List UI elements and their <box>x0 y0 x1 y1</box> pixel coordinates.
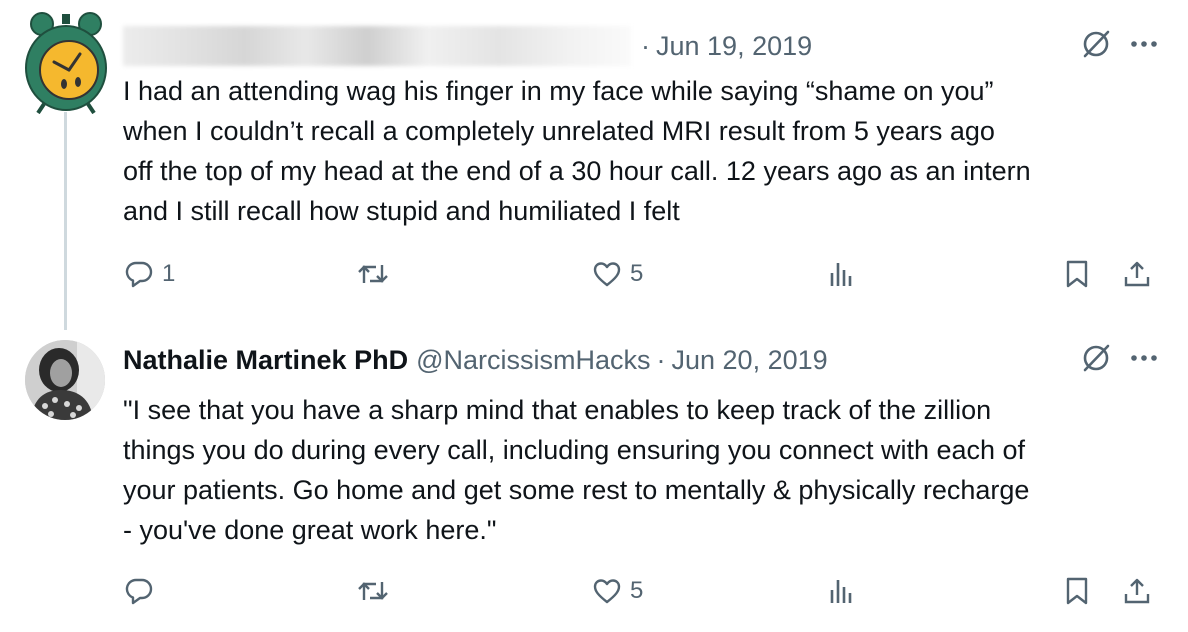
avatar[interactable] <box>25 340 105 420</box>
tweet-text-line: off the top of my head at the end of a 3… <box>123 156 1031 186</box>
avatar[interactable] <box>24 10 108 115</box>
tweet-text-line: your patients. Go home and get some rest… <box>123 475 1030 505</box>
tweet-text-line: I had an attending wag his finger in my … <box>123 76 994 106</box>
separator-dot: · <box>656 344 666 375</box>
tweet-date[interactable]: Jun 19, 2019 <box>656 31 812 62</box>
reply-button[interactable]: 1 <box>124 254 175 294</box>
bookmark-button[interactable] <box>1062 571 1092 611</box>
tweet-text: I had an attending wag his finger in my … <box>123 71 1163 231</box>
like-button[interactable]: 5 <box>592 254 643 294</box>
reply-icon <box>125 578 153 605</box>
tweet[interactable]: · Jun 19, 2019 I had an attending wag hi… <box>0 0 1188 330</box>
profile-photo <box>25 340 105 420</box>
tweet-actions: 1 5 <box>0 254 1188 294</box>
like-count: 5 <box>630 260 644 287</box>
author-handle[interactable]: @NarcissismHacks <box>416 345 650 376</box>
tweet-top-actions <box>1080 342 1158 374</box>
retweet-icon <box>358 582 388 600</box>
tweet-actions: 5 <box>0 571 1188 611</box>
bookmark-button[interactable] <box>1062 254 1092 294</box>
like-button[interactable]: 5 <box>592 571 643 611</box>
separator-dot: · <box>641 30 650 61</box>
reply-button[interactable] <box>124 571 162 611</box>
like-count: 5 <box>630 577 644 604</box>
heart-icon <box>593 262 621 287</box>
views-icon <box>830 580 852 603</box>
tweet-date[interactable]: Jun 20, 2019 <box>672 345 828 376</box>
grok-icon[interactable] <box>1080 28 1112 60</box>
alarm-clock-face-icon <box>25 12 107 115</box>
share-button[interactable] <box>1122 254 1152 294</box>
grok-icon[interactable] <box>1080 342 1112 374</box>
reply-icon <box>125 261 153 288</box>
views-icon <box>830 263 852 286</box>
share-icon <box>1124 261 1150 287</box>
reply-count: 1 <box>162 260 176 287</box>
tweet-text-line: "I see that you have a sharp mind that e… <box>123 395 992 425</box>
retweet-button[interactable] <box>356 254 398 294</box>
author-name[interactable]: Nathalie Martinek PhD <box>123 345 408 376</box>
tweet[interactable]: Nathalie Martinek PhD @NarcissismHacks ·… <box>0 320 1188 632</box>
tweet-text-line: things you do during every call, includi… <box>123 435 1026 465</box>
more-icon[interactable] <box>1130 354 1158 362</box>
thread-line <box>64 112 67 330</box>
tweet-top-actions <box>1080 28 1158 60</box>
tweet-text: "I see that you have a sharp mind that e… <box>123 390 1163 550</box>
heart-icon <box>593 579 621 604</box>
more-icon[interactable] <box>1130 40 1158 48</box>
bookmark-icon <box>1066 260 1088 288</box>
redacted-author-name <box>123 26 631 66</box>
bookmark-icon <box>1066 577 1088 605</box>
tweet-text-line: and I still recall how stupid and humili… <box>123 196 680 226</box>
tweet-header: · Jun 19, 2019 <box>123 26 812 66</box>
tweet-text-line: when I couldn’t recall a completely unre… <box>123 116 995 146</box>
tweet-header: Nathalie Martinek PhD @NarcissismHacks ·… <box>123 340 828 380</box>
share-icon <box>1124 578 1150 604</box>
share-button[interactable] <box>1122 571 1152 611</box>
tweet-text-line: - you've done great work here." <box>123 515 497 545</box>
views-button[interactable] <box>826 254 856 294</box>
views-button[interactable] <box>826 571 856 611</box>
retweet-icon <box>358 265 388 283</box>
retweet-button[interactable] <box>356 571 398 611</box>
